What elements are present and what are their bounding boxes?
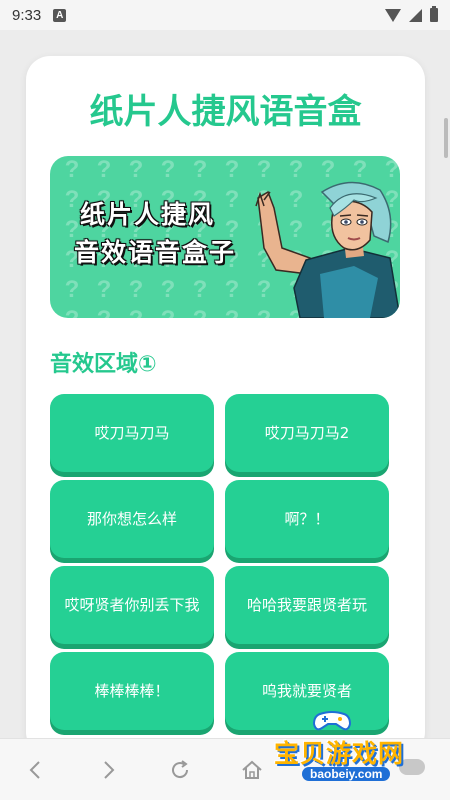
watermark-brand: 宝贝游戏网 bbox=[274, 739, 405, 768]
sound-button[interactable]: 哈哈我要跟贤者玩 bbox=[225, 566, 389, 644]
wifi-icon bbox=[385, 8, 401, 22]
back-icon[interactable] bbox=[0, 758, 72, 782]
question-mark-glyph: ? bbox=[192, 276, 208, 303]
signal-icon bbox=[409, 8, 422, 22]
status-time: 9:33 bbox=[12, 6, 42, 24]
page-title: 纸片人捷风语音盒 bbox=[89, 92, 362, 132]
banner-line-2: 音效语音盒子 bbox=[74, 238, 237, 267]
question-mark-glyph: ? bbox=[160, 276, 176, 303]
section-title: 音效区域① bbox=[50, 352, 157, 377]
sound-button[interactable]: 那你想怎么样 bbox=[50, 480, 214, 558]
scrollbar[interactable] bbox=[444, 118, 448, 158]
question-mark-glyph: ? bbox=[96, 156, 112, 183]
question-mark-glyph: ? bbox=[64, 276, 80, 303]
banner-line-1: 纸片人捷风 bbox=[80, 200, 216, 229]
battery-icon bbox=[430, 6, 438, 22]
question-mark-glyph: ? bbox=[64, 156, 80, 183]
sound-button[interactable]: 哎刀马刀马 bbox=[50, 394, 214, 472]
question-mark-glyph: ? bbox=[128, 156, 144, 183]
question-mark-glyph: ? bbox=[120, 306, 152, 318]
question-mark-glyph: ? bbox=[216, 306, 248, 318]
question-mark-glyph: ? bbox=[184, 306, 216, 318]
question-mark-glyph: ? bbox=[192, 156, 208, 183]
gamepad-icon bbox=[312, 711, 352, 731]
notification-a-icon: A bbox=[53, 8, 67, 22]
question-mark-glyph: ? bbox=[160, 156, 176, 183]
sound-button[interactable]: 哎刀马刀马2 bbox=[225, 394, 389, 472]
question-mark-glyph: ? bbox=[152, 306, 184, 318]
sound-button[interactable]: 啊？！ bbox=[225, 480, 389, 558]
sound-button-grid: 哎刀马刀马 哎刀马刀马2 那你想怎么样 啊？！ 哎呀贤者你别丢下我 哈哈我要跟贤者玩 棒棒棒… bbox=[50, 394, 390, 730]
question-mark-glyph: ? bbox=[96, 276, 112, 303]
character-illustration bbox=[255, 181, 400, 318]
banner-image: ????????????????????????????????????????… bbox=[50, 156, 400, 318]
question-mark-glyph: ? bbox=[88, 306, 120, 318]
question-mark-glyph: ? bbox=[128, 276, 144, 303]
watermark-logo: 宝贝游戏网 baobeiy.com bbox=[272, 706, 444, 788]
status-bar: 9:33 A bbox=[0, 0, 450, 30]
question-mark-glyph: ? bbox=[56, 306, 88, 318]
main-card: 纸片人捷风语音盒 ???????????????????????????????… bbox=[26, 56, 425, 756]
banner-text: 纸片人捷风 音效语音盒子 bbox=[74, 196, 236, 272]
watermark-url: baobeiy.com bbox=[302, 767, 391, 781]
sound-button[interactable]: 棒棒棒棒！ bbox=[50, 652, 214, 730]
question-mark-glyph: ? bbox=[224, 156, 240, 183]
question-mark-glyph: ? bbox=[224, 276, 240, 303]
refresh-icon[interactable] bbox=[144, 758, 216, 782]
forward-icon[interactable] bbox=[72, 758, 144, 782]
sound-button[interactable]: 哎呀贤者你别丢下我 bbox=[50, 566, 214, 644]
status-icons bbox=[385, 6, 438, 22]
